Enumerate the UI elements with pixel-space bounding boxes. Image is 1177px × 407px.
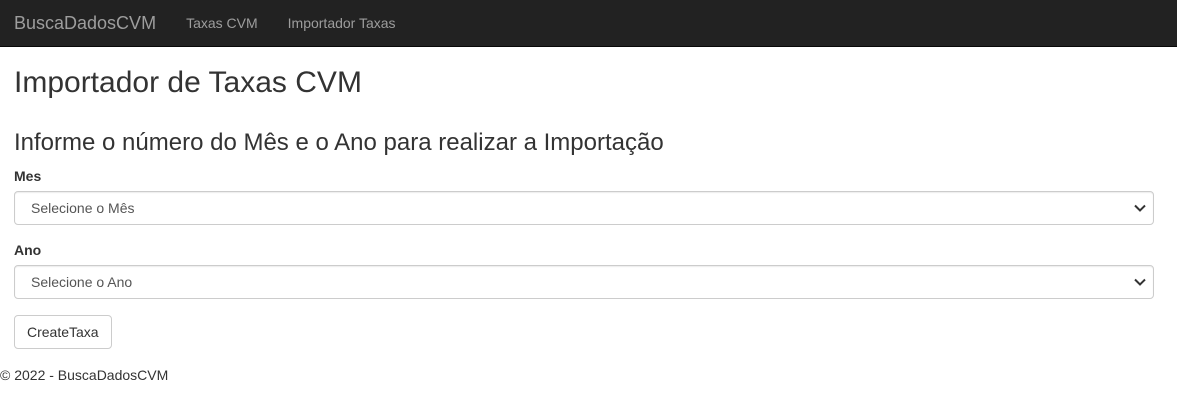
year-select-value: Selecione o Ano — [31, 274, 133, 290]
page-subtitle: Informe o número do Mês e o Ano para rea… — [14, 129, 664, 156]
month-label: Mes — [14, 168, 42, 184]
main-content: Importador de Taxas CVM Informe o número… — [0, 67, 1154, 349]
month-form-group: Mes Selecione o Mês — [14, 167, 1154, 225]
page-title: Importador de Taxas CVM — [14, 66, 362, 99]
create-taxa-button[interactable]: CreateTaxa — [14, 315, 112, 349]
top-navbar: BuscaDadosCVM Taxas CVM Importador Taxas — [0, 0, 1177, 47]
nav-link-taxas-cvm[interactable]: Taxas CVM — [186, 13, 258, 33]
year-form-group: Ano Selecione o Ano — [14, 241, 1154, 299]
footer-copyright: © 2022 - BuscaDadosCVM — [0, 367, 169, 383]
year-label: Ano — [14, 242, 42, 258]
month-select-value: Selecione o Mês — [31, 200, 135, 216]
month-select[interactable]: Selecione o Mês — [14, 191, 1154, 225]
chevron-down-icon — [1133, 275, 1147, 289]
year-select[interactable]: Selecione o Ano — [14, 265, 1154, 299]
chevron-down-icon — [1133, 201, 1147, 215]
brand-link[interactable]: BuscaDadosCVM — [14, 13, 156, 33]
nav-link-importador-taxas[interactable]: Importador Taxas — [288, 13, 396, 33]
